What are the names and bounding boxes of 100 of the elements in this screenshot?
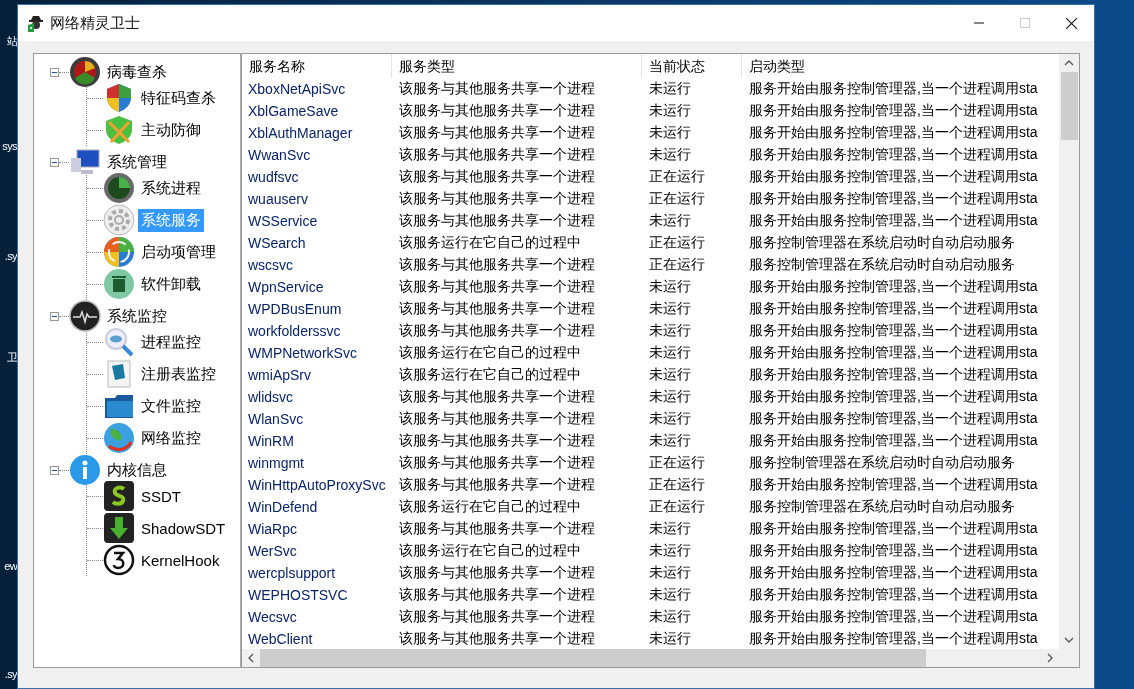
radar-icon (69, 56, 101, 88)
spy-icon (26, 13, 46, 33)
table-cell-text: 该服务与其他服务共享一个进程 (398, 124, 596, 142)
curve-tile-icon (103, 480, 135, 512)
table-cell-text: 该服务与其他服务共享一个进程 (398, 454, 596, 472)
table-cell-text: WinDefend (247, 499, 319, 515)
table-cell-text: 正在运行 (648, 498, 706, 516)
table-cell-text: 服务控制管理器在系统启动时自动启动服务 (748, 256, 1016, 274)
tree-item[interactable]: 系统监控 (104, 304, 170, 328)
tree-item[interactable]: 进程监控 (138, 330, 204, 354)
tree-item[interactable]: SSDT (138, 485, 184, 507)
table-cell-text: 该服务与其他服务共享一个进程 (398, 256, 596, 274)
tree-item[interactable]: 主动防御 (138, 118, 204, 142)
chevron-left-icon[interactable] (248, 653, 254, 663)
scroll-thumb[interactable] (1060, 72, 1078, 140)
table-cell-text: 该服务运行在它自己的过程中 (398, 366, 582, 384)
globe-icon (103, 422, 135, 454)
crossed-shield-icon (103, 114, 135, 146)
table-cell-text: workfolderssvc (247, 323, 342, 339)
table-cell-text: 服务开始由服务控制管理器,当一个进程调用sta (748, 520, 1039, 538)
table-cell-text: 该服务运行在它自己的过程中 (398, 234, 582, 252)
table-cell-text: 服务开始由服务控制管理器,当一个进程调用sta (748, 542, 1039, 560)
table-cell-text: WMPNetworkSvc (247, 345, 358, 361)
table-cell-text: 该服务与其他服务共享一个进程 (398, 300, 596, 318)
desktop-icon-label[interactable]: .sy (4, 250, 17, 262)
table-cell-text: WSService (247, 213, 319, 229)
tree-item[interactable]: 系统进程 (138, 176, 204, 200)
table-cell-text: WiaRpc (247, 521, 298, 537)
tree-item[interactable]: 病毒查杀 (104, 60, 170, 84)
table-cell-text: 服务开始由服务控制管理器,当一个进程调用sta (748, 608, 1039, 626)
tree-item[interactable]: 内核信息 (104, 458, 170, 482)
table-cell-text: 未运行 (648, 146, 692, 164)
table-cell-text: WerSvc (247, 543, 298, 559)
column-header[interactable]: 服务名称 (242, 54, 392, 78)
scroll-thumb[interactable] (260, 649, 926, 667)
desktop-icon-label[interactable]: .sy (4, 668, 17, 680)
horizontal-scrollbar[interactable] (242, 649, 1079, 667)
table-cell-text: WSearch (247, 235, 307, 251)
table-cell-text: XboxNetApiSvc (247, 81, 347, 97)
table-cell-text: wscsvc (247, 257, 295, 273)
tree-item[interactable]: 系统管理 (104, 150, 170, 174)
table-cell-text: 该服务与其他服务共享一个进程 (398, 278, 596, 296)
chevron-down-icon[interactable] (1064, 637, 1074, 643)
table-cell-text: 未运行 (648, 278, 692, 296)
table-cell-text: 该服务与其他服务共享一个进程 (398, 608, 596, 626)
table-cell-text: 未运行 (648, 564, 692, 582)
table-cell-text: 该服务与其他服务共享一个进程 (398, 190, 596, 208)
desktop-icon-label[interactable]: 站 (6, 34, 17, 49)
chevron-right-icon[interactable] (1047, 653, 1053, 663)
table-cell-text: 服务开始由服务控制管理器,当一个进程调用sta (748, 190, 1039, 208)
column-header[interactable]: 服务类型 (392, 54, 642, 78)
table-cell-text: WpnService (247, 279, 325, 295)
tree-item[interactable]: KernelHook (138, 549, 223, 571)
table-cell-text: 服务开始由服务控制管理器,当一个进程调用sta (748, 168, 1039, 186)
table-cell-text: 该服务与其他服务共享一个进程 (398, 146, 596, 164)
collapse-toggle[interactable] (50, 465, 59, 475)
table-cell-text: 该服务与其他服务共享一个进程 (398, 476, 596, 494)
tree-item[interactable]: 软件卸载 (138, 272, 204, 296)
table-cell-text: 正在运行 (648, 190, 706, 208)
tree-item[interactable]: 特征码查杀 (138, 86, 219, 110)
column-header[interactable]: 当前状态 (642, 54, 742, 78)
table-cell-text: 该服务与其他服务共享一个进程 (398, 630, 596, 648)
table-cell-text: 服务控制管理器在系统启动时自动启动服务 (748, 454, 1016, 472)
table-cell-text: 该服务运行在它自己的过程中 (398, 498, 582, 516)
desktop-icon-label[interactable]: ew (4, 560, 17, 572)
hook-icon (103, 544, 135, 576)
tree-item[interactable]: ShadowSDT (138, 517, 229, 539)
collapse-toggle[interactable] (50, 157, 59, 167)
table-cell-text: 正在运行 (648, 234, 706, 252)
table-cell-text: 该服务运行在它自己的过程中 (398, 344, 582, 362)
table-cell-text: XblGameSave (247, 103, 340, 119)
desktop-icon-label[interactable]: 卫 (6, 350, 17, 365)
close-icon[interactable] (1064, 16, 1078, 30)
table-cell-text: WebClient (247, 631, 314, 647)
radar-icon (103, 172, 135, 204)
tree-item[interactable]: 网络监控 (138, 426, 204, 450)
table-cell-text: 服务开始由服务控制管理器,当一个进程调用sta (748, 278, 1039, 296)
table-cell-text: wlidsvc (247, 389, 295, 405)
table-cell-text: 服务控制管理器在系统启动时自动启动服务 (748, 498, 1016, 516)
table-cell-text: 未运行 (648, 102, 692, 120)
vertical-scrollbar[interactable] (1059, 54, 1079, 649)
table-cell-text: 正在运行 (648, 168, 706, 186)
chevron-up-icon[interactable] (1064, 60, 1074, 66)
desktop-icon-label[interactable]: sys (2, 140, 17, 152)
table-cell-text: 服务开始由服务控制管理器,当一个进程调用sta (748, 564, 1039, 582)
table-cell-text: 该服务与其他服务共享一个进程 (398, 520, 596, 538)
tree-item[interactable]: 注册表监控 (138, 362, 219, 386)
table-cell-text: WPDBusEnum (247, 301, 343, 317)
tree-item[interactable]: 启动项管理 (138, 240, 219, 264)
table-cell-text: 服务开始由服务控制管理器,当一个进程调用sta (748, 300, 1039, 318)
table-cell-text: 未运行 (648, 212, 692, 230)
collapse-toggle[interactable] (50, 67, 59, 77)
table-cell-text: 服务开始由服务控制管理器,当一个进程调用sta (748, 366, 1039, 384)
magnifier-icon (103, 326, 135, 358)
table-cell-text: 正在运行 (648, 256, 706, 274)
collapse-toggle[interactable] (50, 311, 59, 321)
table-cell-text: 该服务与其他服务共享一个进程 (398, 410, 596, 428)
tree-item[interactable]: 文件监控 (138, 394, 204, 418)
table-cell-text: wuauserv (247, 191, 309, 207)
table-cell-text: 服务开始由服务控制管理器,当一个进程调用sta (748, 344, 1039, 362)
